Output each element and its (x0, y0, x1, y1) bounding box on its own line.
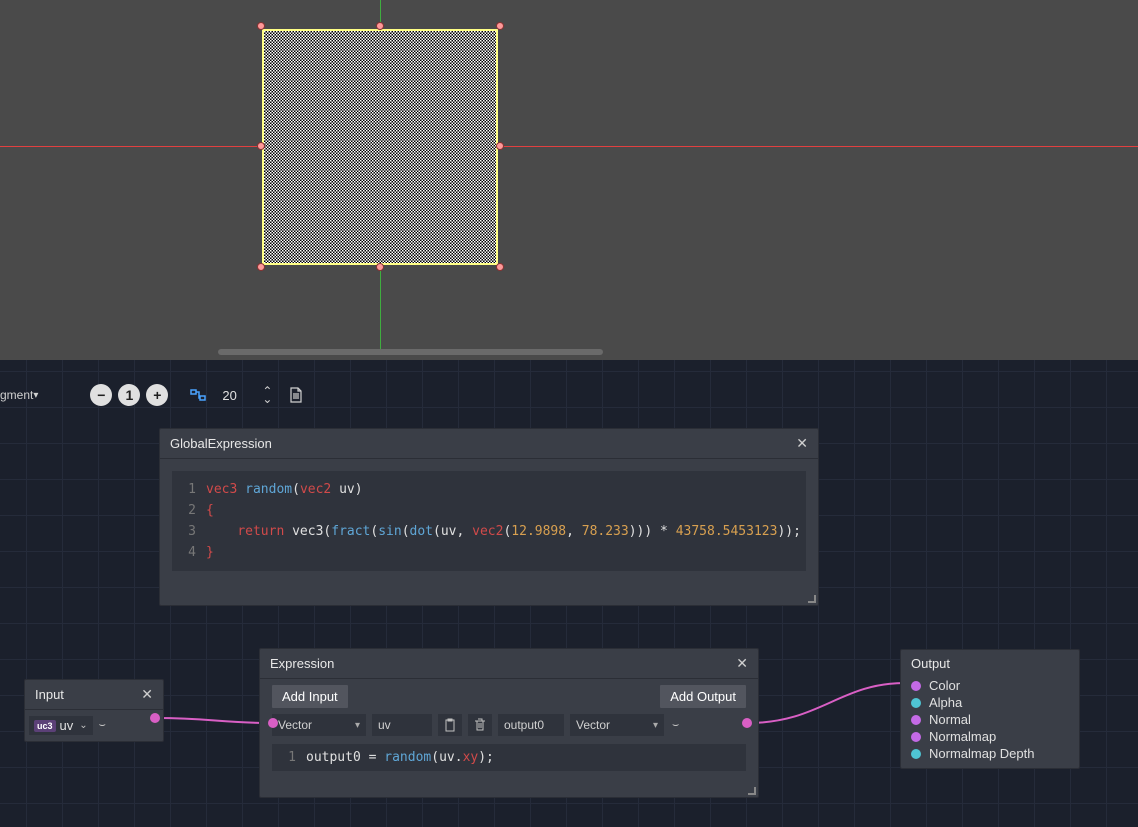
code-line[interactable]: output0 = random(uv.xy); (306, 750, 494, 765)
port-dot[interactable] (911, 698, 921, 708)
zoom-level-spinbox[interactable]: 20 ⌃ ⌄ (214, 387, 280, 403)
node-title[interactable]: GlobalExpression ✕ (160, 429, 818, 459)
code-line[interactable]: vec3 random(vec2 uv) (206, 479, 363, 500)
selection-handle[interactable] (257, 142, 265, 150)
nodes-icon[interactable] (188, 385, 208, 405)
zoom-value: 20 (222, 388, 252, 403)
node-output[interactable]: Output Color Alpha Normal Normalmap Normalma… (900, 649, 1080, 769)
close-icon[interactable]: ✕ (796, 435, 808, 452)
preview-rect[interactable] (262, 29, 498, 265)
resize-handle[interactable] (746, 785, 756, 795)
port-expr-out[interactable] (742, 718, 752, 728)
type-badge: uc3 (34, 720, 56, 732)
add-output-button[interactable]: Add Output (660, 685, 746, 708)
node-global-expression[interactable]: GlobalExpression ✕ 1 vec3 random(vec2 uv)… (159, 428, 819, 606)
clipboard-icon[interactable] (438, 714, 462, 736)
port-dot[interactable] (911, 732, 921, 742)
node-title: Output (901, 650, 1079, 673)
port-dot[interactable] (911, 715, 921, 725)
port-input-out[interactable] (150, 713, 160, 723)
input-name-field[interactable] (372, 714, 432, 736)
port-label: Normalmap (929, 729, 996, 744)
port-expr-in[interactable] (268, 718, 278, 728)
input-field-select[interactable]: uc3 uv ⌄ (29, 716, 93, 735)
field-name: uv (60, 718, 74, 733)
node-input[interactable]: Input ✕ uc3 uv ⌄ ⌣ (24, 679, 164, 742)
add-input-button[interactable]: Add Input (272, 685, 348, 708)
output-port-alpha[interactable]: Alpha (901, 694, 1079, 711)
port-label: Normalmap Depth (929, 746, 1035, 761)
node-title[interactable]: Expression ✕ (260, 649, 758, 679)
code-line[interactable]: } (206, 542, 214, 563)
trash-icon[interactable] (468, 714, 492, 736)
selection-handle[interactable] (257, 22, 265, 30)
output-port-normal[interactable]: Normal (901, 711, 1079, 728)
line-number: 1 (278, 750, 296, 765)
node-title[interactable]: Input ✕ (25, 680, 163, 710)
port-dot[interactable] (911, 681, 921, 691)
node-title-text: Expression (270, 656, 334, 671)
selection-handle[interactable] (496, 263, 504, 271)
zoom-down[interactable]: ⌄ (262, 395, 272, 403)
viewport-2d[interactable] (0, 0, 1138, 355)
viewport-hscroll[interactable] (218, 349, 603, 355)
close-icon[interactable]: ✕ (141, 686, 153, 703)
port-label: Normal (929, 712, 971, 727)
line-number: 2 (178, 500, 196, 521)
code-line[interactable]: { (206, 500, 214, 521)
output-port-color[interactable]: Color (901, 677, 1079, 694)
port-label: Color (929, 678, 960, 693)
code-editor[interactable]: 1 vec3 random(vec2 uv) 2 {3 return vec3(fra… (172, 471, 806, 571)
output-port-normalmap[interactable]: Normalmap (901, 728, 1079, 745)
input-type-select[interactable]: Vector (272, 714, 366, 736)
port-dot[interactable] (911, 749, 921, 759)
line-number: 4 (178, 542, 196, 563)
code-line[interactable]: return vec3(fract(sin(dot(uv, vec2(12.98… (206, 521, 801, 542)
zoom-in-button[interactable]: + (146, 384, 168, 406)
line-number: 3 (178, 521, 196, 542)
selection-handle[interactable] (496, 22, 504, 30)
graph-toolbar: gment − 1 + 20 ⌃ ⌄ (0, 380, 1138, 410)
selection-handle[interactable] (376, 22, 384, 30)
node-title-text: Output (911, 656, 950, 671)
port-label: Alpha (929, 695, 962, 710)
output-port-normalmap-depth[interactable]: Normalmap Depth (901, 745, 1079, 762)
node-expression[interactable]: Expression ✕ Add Input Add Output Vector… (259, 648, 759, 798)
resize-handle[interactable] (806, 593, 816, 603)
output-name-field[interactable] (498, 714, 564, 736)
line-number: 1 (178, 479, 196, 500)
selection-handle[interactable] (376, 263, 384, 271)
selection-handle[interactable] (257, 263, 265, 271)
axis-x (0, 146, 1138, 147)
code-editor[interactable]: 1 output0 = random(uv.xy); (272, 744, 746, 771)
node-title-text: GlobalExpression (170, 436, 272, 451)
zoom-out-button[interactable]: − (90, 384, 112, 406)
selection-handle[interactable] (496, 142, 504, 150)
close-icon[interactable]: ✕ (736, 655, 748, 672)
node-title-text: Input (35, 687, 64, 702)
document-icon[interactable] (286, 385, 306, 405)
zoom-reset-button[interactable]: 1 (118, 384, 140, 406)
expand-icon[interactable]: ⌣ (670, 719, 681, 732)
shader-stage-dropdown[interactable]: gment (0, 383, 42, 407)
chevron-down-icon: ⌄ (79, 720, 87, 731)
expand-icon[interactable]: ⌣ (97, 719, 108, 732)
output-type-select[interactable]: Vector (570, 714, 664, 736)
